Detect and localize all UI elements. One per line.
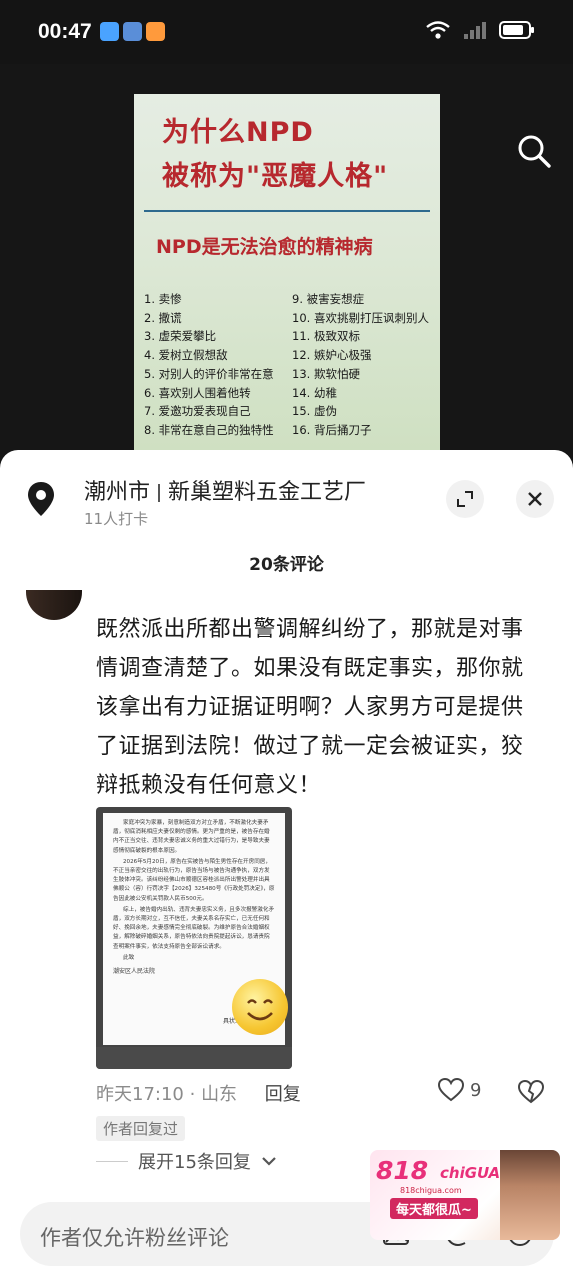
- close-button[interactable]: [516, 480, 554, 518]
- book-app-icon: [100, 22, 119, 41]
- checkin-count: 11人打卡: [84, 510, 149, 528]
- doc-closing: 此致: [123, 954, 135, 961]
- avatar[interactable]: [26, 590, 82, 620]
- broken-heart-icon[interactable]: [518, 1080, 544, 1104]
- poster-subtitle: NPD是无法治愈的精神病: [156, 236, 373, 258]
- comment-attached-image[interactable]: 家庭冲突为家暴，刻意制造双方对立矛盾，不断激化夫妻矛盾，彻底消耗相应夫妻仅剩的感…: [96, 807, 292, 1069]
- location-pin-icon: [28, 482, 54, 516]
- list-item: 10. 喜欢挑剔打压讽刺别人: [292, 310, 429, 325]
- poster-title-line2: 被称为"恶魔人格": [162, 161, 389, 192]
- status-time: 00:47: [38, 20, 92, 43]
- ad-brand: 818: [376, 1156, 429, 1185]
- list-item: 12. 嫉妒心极强: [292, 348, 372, 363]
- expand-button[interactable]: [446, 480, 484, 518]
- expand-replies-button[interactable]: 展开15条回复: [96, 1148, 277, 1174]
- list-item: 16. 背后捅刀子: [292, 422, 372, 437]
- location-place: 新巢塑料五金工艺厂: [168, 480, 367, 505]
- location-city: 潮州市: [84, 480, 151, 505]
- list-item: 5. 对别人的评价非常在意: [144, 366, 274, 381]
- video-area[interactable]: 为什么NPD 被称为"恶魔人格" NPD是无法治愈的精神病 1. 卖惨 2. 撒…: [0, 64, 573, 460]
- signal-icon: [464, 22, 486, 39]
- comment-region: 山东: [201, 1084, 238, 1105]
- list-item: 3. 虚荣爱攀比: [144, 329, 217, 344]
- list-item: 14. 幼稚: [292, 385, 337, 400]
- npd-poster: 为什么NPD 被称为"恶魔人格" NPD是无法治愈的精神病 1. 卖惨 2. 撒…: [134, 94, 440, 450]
- poster-list-right: 9. 被害妄想症 10. 喜欢挑剔打压讽刺别人 11. 极致双标 12. 嫉妒心…: [292, 290, 429, 440]
- list-item: 11. 极致双标: [292, 329, 360, 344]
- battery-icon: [499, 21, 534, 39]
- reply-button[interactable]: 回复: [265, 1084, 301, 1105]
- doc-paragraph: 2026年5月20日，原告在实被告与陌生男性存在开房同居，不正当亲密交往的出轨行…: [113, 858, 275, 902]
- expand-icon: [457, 491, 473, 507]
- poster-list-left: 1. 卖惨 2. 撒谎 3. 虚荣爱攀比 4. 爱树立假想敌 5. 对别人的评价…: [144, 290, 274, 440]
- wallet-app-icon: [123, 22, 142, 41]
- doc-paragraph: 综上，被告婚内出轨、违背夫妻忠实义务，且多次报警激化矛盾，双方长期对立，互不信任…: [113, 906, 275, 950]
- list-item: 1. 卖惨: [144, 292, 182, 306]
- ad-brand-suffix: chiGUA: [440, 1164, 501, 1182]
- location-title[interactable]: 潮州市 新巢塑料五金工艺厂: [84, 474, 366, 506]
- like-button[interactable]: 9: [438, 1078, 481, 1102]
- poster-divider: [144, 210, 430, 212]
- comment-count: 20条评论: [249, 555, 324, 575]
- status-bar: 00:47: [0, 0, 573, 64]
- list-item: 9. 被害妄想症: [292, 292, 365, 306]
- doc-paragraph: 家庭冲突为家暴，刻意制造双方对立矛盾，不断激化夫妻矛盾，彻底消耗相应夫妻仅剩的感…: [113, 820, 270, 854]
- ad-url: 818chigua.com: [400, 1186, 462, 1195]
- comment-time: 昨天17:10: [96, 1084, 184, 1105]
- chevron-down-icon: [262, 1157, 276, 1166]
- comment-input-placeholder: 作者仅允许粉丝评论: [40, 1226, 229, 1250]
- wifi-icon: [426, 21, 450, 39]
- list-item: 8. 非常在意自己的独特性: [144, 422, 274, 437]
- list-item: 7. 爱邀功爱表现自己: [144, 404, 251, 419]
- list-item: 13. 欺软怕硬: [292, 366, 360, 381]
- divider: [158, 484, 161, 502]
- watermark-ad: 818 chiGUA 818chigua.com 每天都很瓜~: [370, 1150, 560, 1240]
- search-icon[interactable]: [515, 132, 553, 170]
- divider: [96, 1160, 128, 1162]
- poster-title-line1: 为什么NPD: [162, 117, 314, 148]
- author-replied-badge: 作者回复过: [96, 1116, 186, 1141]
- list-item: 2. 撒谎: [144, 310, 182, 325]
- ad-photo: [500, 1150, 560, 1240]
- like-count: 9: [470, 1079, 482, 1101]
- list-item: 6. 喜欢别人围着他转: [144, 385, 251, 400]
- image-footer: [96, 1047, 292, 1069]
- heart-app-icon: [146, 22, 165, 41]
- close-icon: [528, 492, 542, 506]
- list-item: 15. 虚伪: [292, 404, 337, 419]
- ad-slogan: 每天都很瓜~: [390, 1198, 478, 1219]
- heart-icon: [438, 1078, 464, 1102]
- comment-meta: 昨天17:10 · 山东 回复: [96, 1084, 301, 1105]
- doc-court: 潮安区人民法院: [113, 968, 156, 976]
- notification-icons: [100, 22, 165, 41]
- expand-replies-label: 展开15条回复: [138, 1152, 251, 1173]
- system-status-icons: [425, 20, 535, 40]
- smile-emoji-icon: [232, 979, 288, 1035]
- list-item: 4. 爱树立假想敌: [144, 348, 228, 363]
- comment-text[interactable]: 既然派出所都出警调解纠纷了，那就是对事情调查清楚了。如果没有既定事实，那你就该拿…: [96, 610, 536, 805]
